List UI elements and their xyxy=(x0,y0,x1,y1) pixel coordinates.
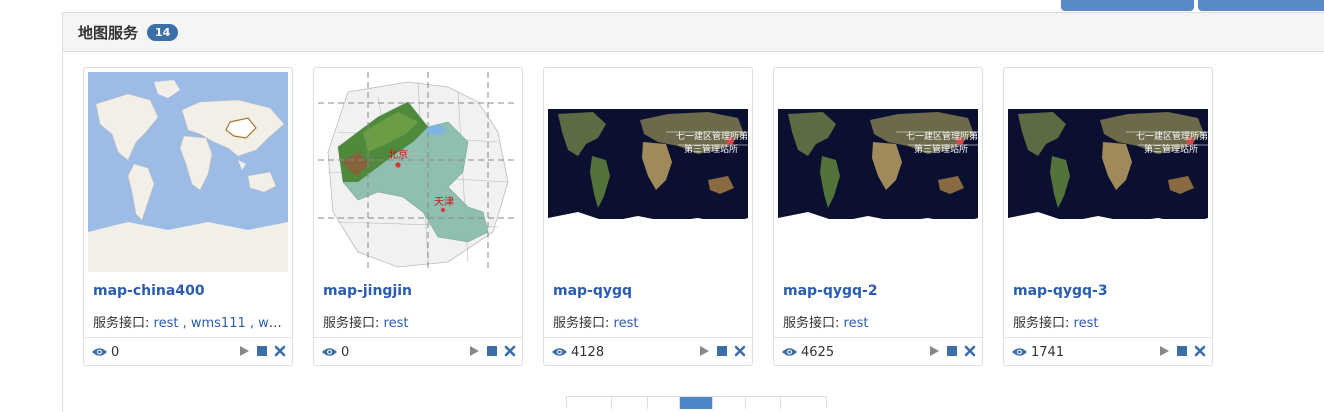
view-count-value: 0 xyxy=(341,344,350,360)
view-count: 4128 xyxy=(552,345,604,360)
view-count: 0 xyxy=(92,345,119,360)
service-name-link[interactable]: map-jingjin xyxy=(323,283,412,299)
service-card: 七一建区管理所第二 第三管理站所 map-qygq-3 服务接口: rest 1… xyxy=(1003,67,1213,366)
stop-icon[interactable] xyxy=(486,345,498,357)
pagination-item[interactable] xyxy=(713,397,746,409)
pagination xyxy=(566,396,827,409)
card-actions xyxy=(468,345,516,357)
service-card: 北京 天津 map-jingjin 服务接口: rest 0 xyxy=(313,67,523,366)
stop-icon[interactable] xyxy=(1176,345,1188,357)
play-icon[interactable] xyxy=(698,345,710,357)
play-icon[interactable] xyxy=(928,345,940,357)
map-thumbnail[interactable]: 七一建区管理所第二 第三管理站所 xyxy=(548,72,748,272)
service-card: map-china400 服务接口: rest , wms111 , wms13… xyxy=(83,67,293,366)
service-interfaces: 服务接口: rest xyxy=(323,312,515,331)
card-footer: 1741 xyxy=(1004,337,1212,366)
tianjin-label: 天津 xyxy=(434,196,454,208)
service-count-badge: 14 xyxy=(147,23,179,41)
stop-icon[interactable] xyxy=(716,345,728,357)
api-links[interactable]: rest xyxy=(384,316,409,331)
pagination-item[interactable] xyxy=(781,397,826,409)
world-map-image xyxy=(88,72,288,272)
pagination-item[interactable] xyxy=(612,397,648,409)
map-annotation-2: 第三管理站所 xyxy=(914,143,968,155)
service-interfaces: 服务接口: rest , wms111 , wms130 xyxy=(93,312,285,331)
view-count-value: 4625 xyxy=(801,344,835,360)
map-thumbnail[interactable]: 七一建区管理所第二 第三管理站所 xyxy=(1008,72,1208,272)
api-label: 服务接口: xyxy=(783,316,840,331)
card-footer: 4625 xyxy=(774,337,982,366)
eye-icon xyxy=(1012,348,1027,356)
pagination-item-active[interactable] xyxy=(680,397,713,409)
beijing-label: 北京 xyxy=(388,148,408,161)
api-links[interactable]: rest xyxy=(614,316,639,331)
api-label: 服务接口: xyxy=(1013,316,1070,331)
api-links[interactable]: rest xyxy=(1074,316,1099,331)
play-icon[interactable] xyxy=(468,345,480,357)
service-name-link[interactable]: map-china400 xyxy=(93,283,205,299)
service-name-link[interactable]: map-qygq xyxy=(553,283,632,299)
api-label: 服务接口: xyxy=(323,316,380,331)
map-annotation-2: 第三管理站所 xyxy=(1144,143,1198,155)
delete-icon[interactable] xyxy=(734,345,746,357)
delete-icon[interactable] xyxy=(274,345,286,357)
service-interfaces: 服务接口: rest xyxy=(783,312,975,331)
panel-heading: 地图服务 14 xyxy=(63,13,1324,52)
card-actions xyxy=(928,345,976,357)
card-actions xyxy=(698,345,746,357)
top-action-button-2[interactable] xyxy=(1198,0,1324,11)
eye-icon xyxy=(552,348,567,356)
play-icon[interactable] xyxy=(1158,345,1170,357)
api-label: 服务接口: xyxy=(93,316,150,331)
service-name-link[interactable]: map-qygq-2 xyxy=(783,283,878,299)
jingjin-map-image: 北京 天津 xyxy=(318,72,518,272)
map-annotation-1: 七一建区管理所第二 xyxy=(1136,130,1208,142)
card-footer: 4128 xyxy=(544,337,752,366)
eye-icon xyxy=(322,348,337,356)
map-thumbnail[interactable]: 七一建区管理所第二 第三管理站所 xyxy=(778,72,978,272)
delete-icon[interactable] xyxy=(1194,345,1206,357)
card-actions xyxy=(238,345,286,357)
map-annotation-2: 第三管理站所 xyxy=(684,143,738,155)
view-count: 4625 xyxy=(782,345,834,360)
panel-title: 地图服务 xyxy=(78,23,139,42)
view-count: 1741 xyxy=(1012,345,1064,360)
map-thumbnail[interactable]: 北京 天津 xyxy=(318,72,518,272)
service-interfaces: 服务接口: rest xyxy=(1013,312,1205,331)
service-card: 七一建区管理所第二 第三管理站所 map-qygq-2 服务接口: rest 4… xyxy=(773,67,983,366)
satellite-map-image: 七一建区管理所第二 第三管理站所 xyxy=(778,72,978,272)
delete-icon[interactable] xyxy=(964,345,976,357)
top-action-button-1[interactable] xyxy=(1061,0,1194,11)
map-thumbnail[interactable] xyxy=(88,72,288,272)
satellite-map-image: 七一建区管理所第二 第三管理站所 xyxy=(548,72,748,272)
pagination-item[interactable] xyxy=(567,397,612,409)
pagination-item[interactable] xyxy=(746,397,781,409)
service-interfaces: 服务接口: rest xyxy=(553,312,745,331)
delete-icon[interactable] xyxy=(504,345,516,357)
api-links[interactable]: rest xyxy=(844,316,869,331)
view-count-value: 4128 xyxy=(571,344,605,360)
map-annotation-1: 七一建区管理所第二 xyxy=(906,130,978,142)
api-links[interactable]: rest , wms111 , wms130 xyxy=(154,316,285,331)
stop-icon[interactable] xyxy=(256,345,268,357)
map-annotation-1: 七一建区管理所第二 xyxy=(676,130,748,142)
service-name-link[interactable]: map-qygq-3 xyxy=(1013,283,1108,299)
eye-icon xyxy=(92,348,107,356)
eye-icon xyxy=(782,348,797,356)
view-count-value: 0 xyxy=(111,344,120,360)
card-footer: 0 xyxy=(314,337,522,366)
view-count: 0 xyxy=(322,345,349,360)
card-footer: 0 xyxy=(84,337,292,366)
card-actions xyxy=(1158,345,1206,357)
stop-icon[interactable] xyxy=(946,345,958,357)
pagination-item[interactable] xyxy=(648,397,680,409)
play-icon[interactable] xyxy=(238,345,250,357)
service-card: 七一建区管理所第二 第三管理站所 map-qygq 服务接口: rest 412… xyxy=(543,67,753,366)
satellite-map-image: 七一建区管理所第二 第三管理站所 xyxy=(1008,72,1208,272)
view-count-value: 1741 xyxy=(1031,344,1065,360)
api-label: 服务接口: xyxy=(553,316,610,331)
